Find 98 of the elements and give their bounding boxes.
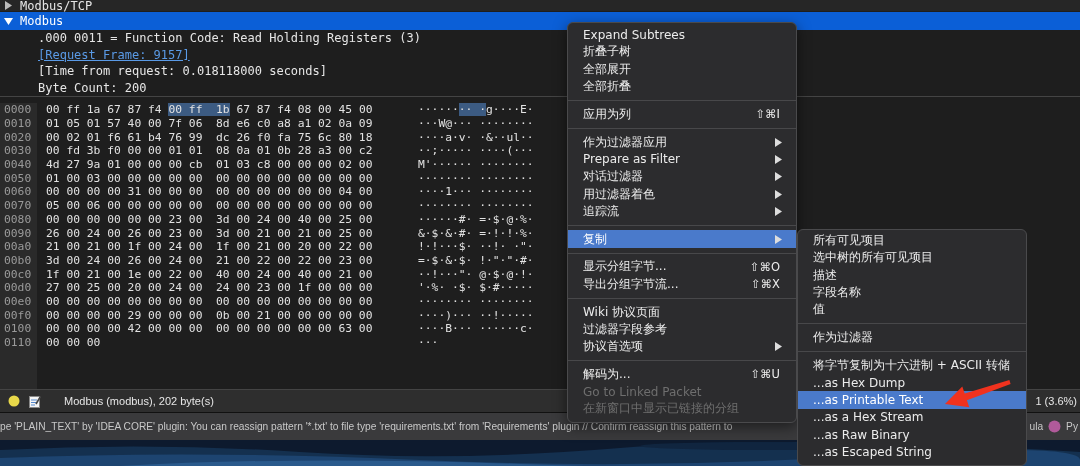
offset-text: 0080 bbox=[4, 212, 33, 227]
hex-bytes: 00 ff 1a 67 87 f4 00 ff 1b 67 87 f4 08 00 45 00 bbox=[46, 103, 374, 117]
menu-item[interactable]: 折叠子树 bbox=[568, 43, 796, 61]
menu-item[interactable]: ...as Escaped String bbox=[798, 443, 1026, 461]
field-text: [Time from request: 0.018118000 seconds] bbox=[38, 64, 327, 78]
status-dot-icon[interactable] bbox=[8, 395, 20, 408]
ascii-text: ········ ········ bbox=[418, 294, 534, 309]
hex-bytes: 3d 00 24 00 26 00 24 00 21 00 22 00 22 00 23 00 bbox=[46, 253, 374, 268]
offset-text: 0040 bbox=[4, 158, 33, 172]
offset-text: 0020 bbox=[4, 130, 33, 145]
menu-item[interactable]: 导出分组字节流... ⇧⌘X bbox=[568, 275, 796, 293]
menu-item[interactable]: 协议首选项 bbox=[568, 337, 796, 356]
request-frame-link[interactable]: [Request Frame: 9157] bbox=[38, 47, 190, 62]
menu-item[interactable]: 字段名称 bbox=[798, 283, 1026, 302]
menu-item[interactable]: 追踪流 bbox=[568, 202, 796, 220]
menu-item[interactable]: ...as Raw Binary bbox=[798, 425, 1026, 444]
offset-text: 0050 bbox=[4, 171, 33, 186]
offset-text: 0030 bbox=[4, 144, 33, 159]
menu-item[interactable]: 值 bbox=[798, 301, 1026, 319]
pointer-arrow bbox=[945, 380, 1011, 408]
status-text: Modbus (modbus), 202 byte(s) bbox=[64, 395, 214, 408]
ascii-text: &·$·&·#· =·!·!·%· bbox=[418, 226, 534, 241]
menu-item[interactable]: 解码为... ⇧⌘U bbox=[568, 365, 796, 384]
hex-bytes: 4d 27 9a 01 00 00 00 cb 01 03 c8 00 00 00 02 00 bbox=[46, 158, 374, 172]
offset-text: 00f0 bbox=[4, 308, 33, 323]
hex-bytes: 27 00 25 00 20 00 24 00 24 00 23 00 1f 00 00 00 bbox=[46, 281, 374, 295]
hex-bytes: 1f 00 21 00 1e 00 22 00 40 00 24 00 40 00 21 00 bbox=[46, 267, 374, 282]
menu-item[interactable]: 复制 bbox=[568, 230, 796, 248]
menu-item[interactable]: 描述 bbox=[798, 266, 1026, 284]
hex-bytes: 00 00 00 00 00 00 00 00 00 00 00 00 00 00 00 00 bbox=[46, 294, 374, 309]
menu-item[interactable]: 作为过滤器应用 bbox=[568, 133, 796, 151]
menu-item[interactable]: 用过滤器着色 bbox=[568, 185, 796, 203]
menu-item[interactable]: ...as Hex Dump bbox=[798, 374, 1026, 392]
hex-bytes: 26 00 24 00 26 00 23 00 3d 00 21 00 21 00 25 00 bbox=[46, 226, 374, 241]
offset-text: 00a0 bbox=[4, 240, 33, 254]
hex-bytes: 21 00 21 00 1f 00 24 00 1f 00 21 00 20 00 22 00 bbox=[46, 240, 374, 254]
ascii-text: ··;····· ····(··· bbox=[418, 144, 534, 159]
hex-bytes: 00 fd 3b f0 00 00 01 01 08 0a 01 0b 28 a3 00 c2 bbox=[46, 144, 374, 159]
ascii-text: ··· bbox=[418, 336, 440, 350]
ascii-text: ····)··· ··!····· bbox=[418, 308, 534, 323]
offset-text: 0000 bbox=[4, 103, 33, 117]
field-text: .000 0011 = Function Code: Read Holding Registers (3) bbox=[38, 31, 421, 45]
offset-text: 00d0 bbox=[4, 281, 33, 295]
field-text: Byte Count: 200 bbox=[38, 80, 147, 95]
menu-item[interactable]: 作为过滤器 bbox=[798, 329, 1026, 347]
ascii-text: ···W@··· ········ bbox=[418, 117, 534, 131]
offset-text: 0100 bbox=[4, 322, 33, 336]
tree-row[interactable]: Modbus bbox=[0, 12, 1080, 30]
offset-text: 00e0 bbox=[4, 294, 33, 309]
notification-text: Py bbox=[1066, 421, 1078, 433]
hex-bytes: 05 00 06 00 00 00 00 00 00 00 00 00 00 00 00 00 bbox=[46, 199, 374, 213]
tree-row[interactable]: Modbus/TCP bbox=[0, 0, 1080, 11]
offset-text: 0110 bbox=[4, 336, 33, 350]
offset-text: 0060 bbox=[4, 185, 33, 200]
ascii-text: ········ ········ bbox=[418, 199, 534, 213]
ascii-text: ······#· =·$·@·%· bbox=[418, 212, 534, 227]
menu-item[interactable]: ...as Printable Text bbox=[798, 391, 1026, 409]
hex-bytes: 00 00 00 00 42 00 00 00 00 00 00 00 00 00 63 00 bbox=[46, 322, 374, 336]
ascii-text: !·!···$· ··!· ·"· bbox=[418, 240, 534, 254]
hex-bytes: 00 00 00 bbox=[46, 336, 102, 350]
expanded-icon bbox=[3, 17, 13, 25]
edit-note-icon[interactable] bbox=[29, 394, 41, 408]
ascii-text: ····1··· ········ bbox=[418, 185, 534, 200]
ascii-text: ····a·v· ·&··ul·· bbox=[418, 130, 534, 145]
menu-item[interactable]: ...as a Hex Stream bbox=[798, 408, 1026, 426]
offset-text: 00c0 bbox=[4, 267, 33, 282]
ascii-text: '·%· ·$· $·#····· bbox=[418, 281, 534, 295]
offset-text: 0090 bbox=[4, 226, 33, 241]
menu-item[interactable]: 选中树的所有可见项目 bbox=[798, 249, 1026, 267]
menu-item[interactable]: 对话过滤器 bbox=[568, 168, 796, 186]
menu-item[interactable]: 应用为列 ⇧⌘I bbox=[568, 105, 796, 123]
hex-bytes: 01 00 03 00 00 00 00 00 00 00 00 00 00 00 00 00 bbox=[46, 171, 374, 186]
menu-item[interactable]: Prepare as Filter bbox=[568, 150, 796, 169]
menu-item[interactable]: 所有可见项目 bbox=[798, 232, 1026, 250]
ascii-text: ··!···"· @·$·@·!· bbox=[418, 267, 534, 282]
menu-item[interactable]: 将字节复制为十六进制 + ASCII 转储 bbox=[798, 356, 1026, 375]
status-text: 1 (3.6%) bbox=[1035, 395, 1077, 408]
menu-item[interactable]: 显示分组字节... ⇧⌘O bbox=[568, 258, 796, 276]
menu-item[interactable]: 全部折叠 bbox=[568, 77, 796, 96]
dot-icon bbox=[1048, 420, 1062, 434]
notification-text: ula bbox=[1029, 421, 1044, 433]
menu-item[interactable]: 过滤器字段参考 bbox=[568, 320, 796, 338]
hex-bytes: 00 00 00 00 29 00 00 00 0b 00 21 00 00 00 00 00 bbox=[46, 308, 374, 323]
hex-bytes: 00 00 00 00 31 00 00 00 00 00 00 00 00 00 04 00 bbox=[46, 185, 374, 200]
ascii-text: =·$·&·$· !·"·"·#· bbox=[418, 253, 534, 268]
hex-bytes: 01 05 01 57 40 00 7f 06 8d e6 c0 a8 a1 02 0a 09 bbox=[46, 117, 374, 131]
menu-item[interactable]: Wiki 协议页面 bbox=[568, 303, 796, 321]
menu-item[interactable]: 全部展开 bbox=[568, 60, 796, 78]
ascii-text: ········ ·g····E· bbox=[418, 103, 534, 117]
ascii-text: M'······ ········ bbox=[418, 158, 534, 172]
ascii-text: ····B··· ······c· bbox=[418, 322, 534, 336]
offset-text: 0010 bbox=[4, 117, 33, 131]
ascii-text: ········ ········ bbox=[418, 171, 534, 186]
hex-bytes: 00 02 01 f6 61 b4 76 99 dc 26 f0 fa 75 6c 80 18 bbox=[46, 130, 374, 145]
hex-bytes: 00 00 00 00 00 00 23 00 3d 00 24 00 40 00 25 00 bbox=[46, 212, 374, 227]
collapsed-icon bbox=[4, 1, 12, 10]
offset-text: 0070 bbox=[4, 199, 33, 213]
offset-text: 00b0 bbox=[4, 253, 33, 268]
